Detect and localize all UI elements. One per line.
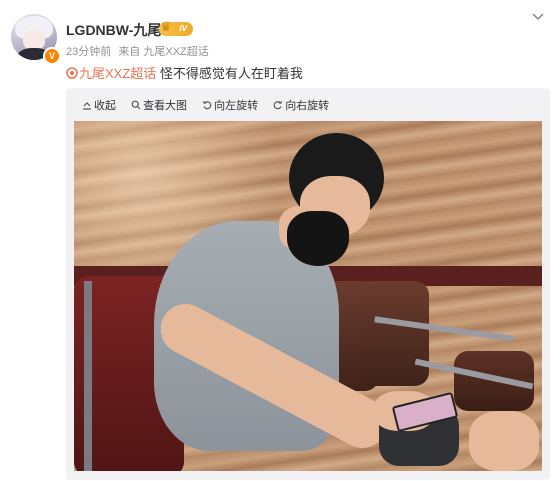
avatar-face xyxy=(23,30,45,50)
post-meta: 23分钟前 来自 九尾XXZ超话 xyxy=(66,43,213,59)
post-image[interactable] xyxy=(74,121,542,471)
rotate-right-label: 向右旋转 xyxy=(285,100,330,112)
image-person-mask xyxy=(287,211,349,266)
rotate-right-button[interactable]: 向右旋转 xyxy=(273,97,329,113)
topic-icon xyxy=(66,67,78,79)
more-icon[interactable] xyxy=(528,10,548,24)
verified-icon: V xyxy=(43,47,61,65)
topic-link[interactable]: 九尾XXZ超话 xyxy=(66,66,160,81)
image-seat-back-2 xyxy=(359,281,429,386)
view-large-button[interactable]: 查看大图 xyxy=(131,97,187,113)
rotate-left-icon xyxy=(202,101,212,110)
level-icon[interactable]: ♛ IV xyxy=(159,19,193,36)
collapse-icon xyxy=(83,102,91,110)
post-time[interactable]: 23分钟前 xyxy=(66,46,111,58)
post-body: 怪不得感觉有人在盯着我 xyxy=(159,66,303,81)
image-person-knee xyxy=(469,411,539,471)
rotate-left-label: 向左旋转 xyxy=(214,100,259,112)
post-source[interactable]: 来自 九尾XXZ超话 xyxy=(118,46,208,58)
level-label: IV xyxy=(179,24,187,33)
collapse-button[interactable]: 收起 xyxy=(82,97,116,113)
zoom-icon xyxy=(131,100,141,110)
user-name[interactable]: LGDNBW-九尾 xyxy=(66,20,161,40)
rotate-right-icon xyxy=(273,101,283,110)
collapse-label: 收起 xyxy=(94,100,116,112)
image-leg xyxy=(84,281,92,471)
image-toolbar: 收起 查看大图 向左旋转 向右旋转 xyxy=(82,97,341,113)
view-large-label: 查看大图 xyxy=(143,100,188,112)
crown-icon: ♛ xyxy=(160,19,172,34)
post-text: 九尾XXZ超话 怪不得感觉有人在盯着我 xyxy=(66,63,303,82)
topic-label: 九尾XXZ超话 xyxy=(79,66,157,81)
rotate-left-button[interactable]: 向左旋转 xyxy=(202,97,258,113)
